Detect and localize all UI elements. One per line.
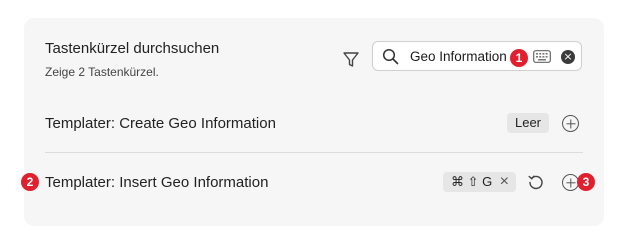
search-input[interactable]: Geo Information xyxy=(410,49,507,64)
keyboard-icon[interactable] xyxy=(533,50,551,63)
hotkey-row-label-create: Templater: Create Geo Information xyxy=(45,115,276,132)
hotkey-row-label-insert: Templater: Insert Geo Information xyxy=(45,174,269,191)
annotation-badge-1: 1 xyxy=(510,49,528,67)
hotkey-count: Zeige 2 Tastenkürzel. xyxy=(45,65,159,79)
hotkey-tag-insert: ⌘ ⇧ G × xyxy=(443,172,516,192)
add-hotkey-button-create[interactable] xyxy=(562,115,579,132)
clear-search-icon[interactable]: × xyxy=(561,50,575,64)
page-title: Tastenkürzel durchsuchen xyxy=(45,40,220,57)
restore-icon[interactable] xyxy=(527,173,545,191)
hotkey-keys: ⌘ ⇧ G xyxy=(451,174,493,189)
annotation-badge-3: 3 xyxy=(577,173,595,191)
row-divider xyxy=(45,152,583,153)
search-icon xyxy=(382,48,399,65)
hotkeys-panel: Tastenkürzel durchsuchen Zeige 2 Tastenk… xyxy=(21,18,604,226)
filter-icon[interactable] xyxy=(342,51,360,69)
annotation-badge-2: 2 xyxy=(21,173,39,191)
hotkey-tag-create: Leer xyxy=(507,113,549,133)
remove-hotkey-icon[interactable]: × xyxy=(500,172,509,192)
search-field[interactable]: Geo Information × xyxy=(372,41,582,71)
